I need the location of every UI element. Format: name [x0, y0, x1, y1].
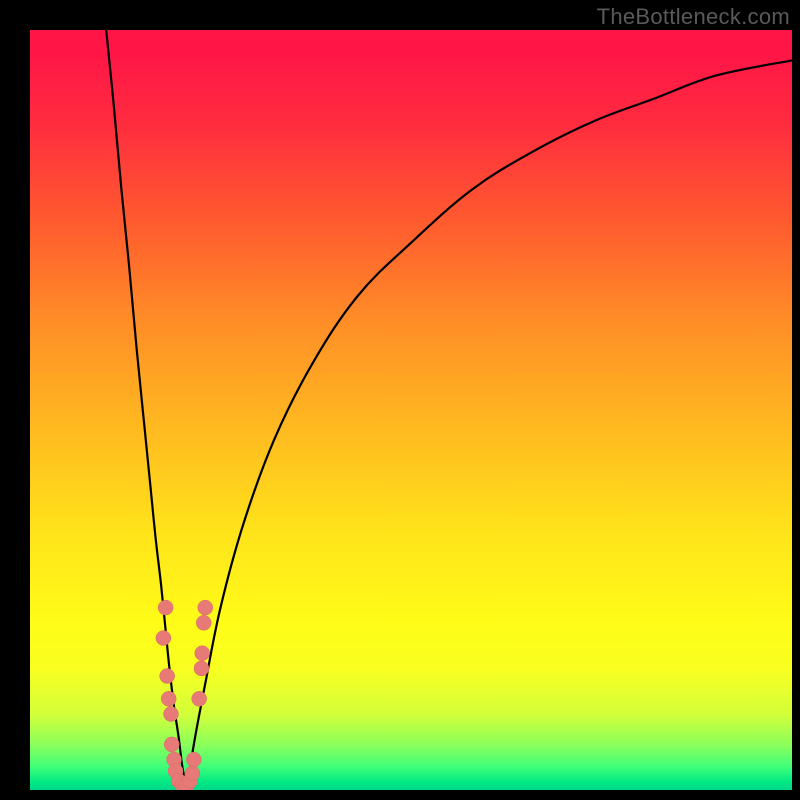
marker-dot [186, 752, 201, 767]
marker-dot [161, 691, 176, 706]
marker-dot [198, 600, 213, 615]
marker-dot [160, 669, 175, 684]
marker-dot [196, 615, 211, 630]
watermark-label: TheBottleneck.com [597, 4, 790, 30]
plot-area [30, 30, 792, 790]
marker-dot [185, 766, 200, 781]
curve-layer [30, 30, 792, 790]
chart-frame: TheBottleneck.com [0, 0, 800, 800]
marker-dot [194, 661, 209, 676]
ascending-curve [187, 60, 792, 790]
marker-dot [156, 631, 171, 646]
marker-dot [195, 646, 210, 661]
marker-dot [192, 691, 207, 706]
marker-dot [158, 600, 173, 615]
marker-dot [164, 737, 179, 752]
marker-dot [163, 707, 178, 722]
